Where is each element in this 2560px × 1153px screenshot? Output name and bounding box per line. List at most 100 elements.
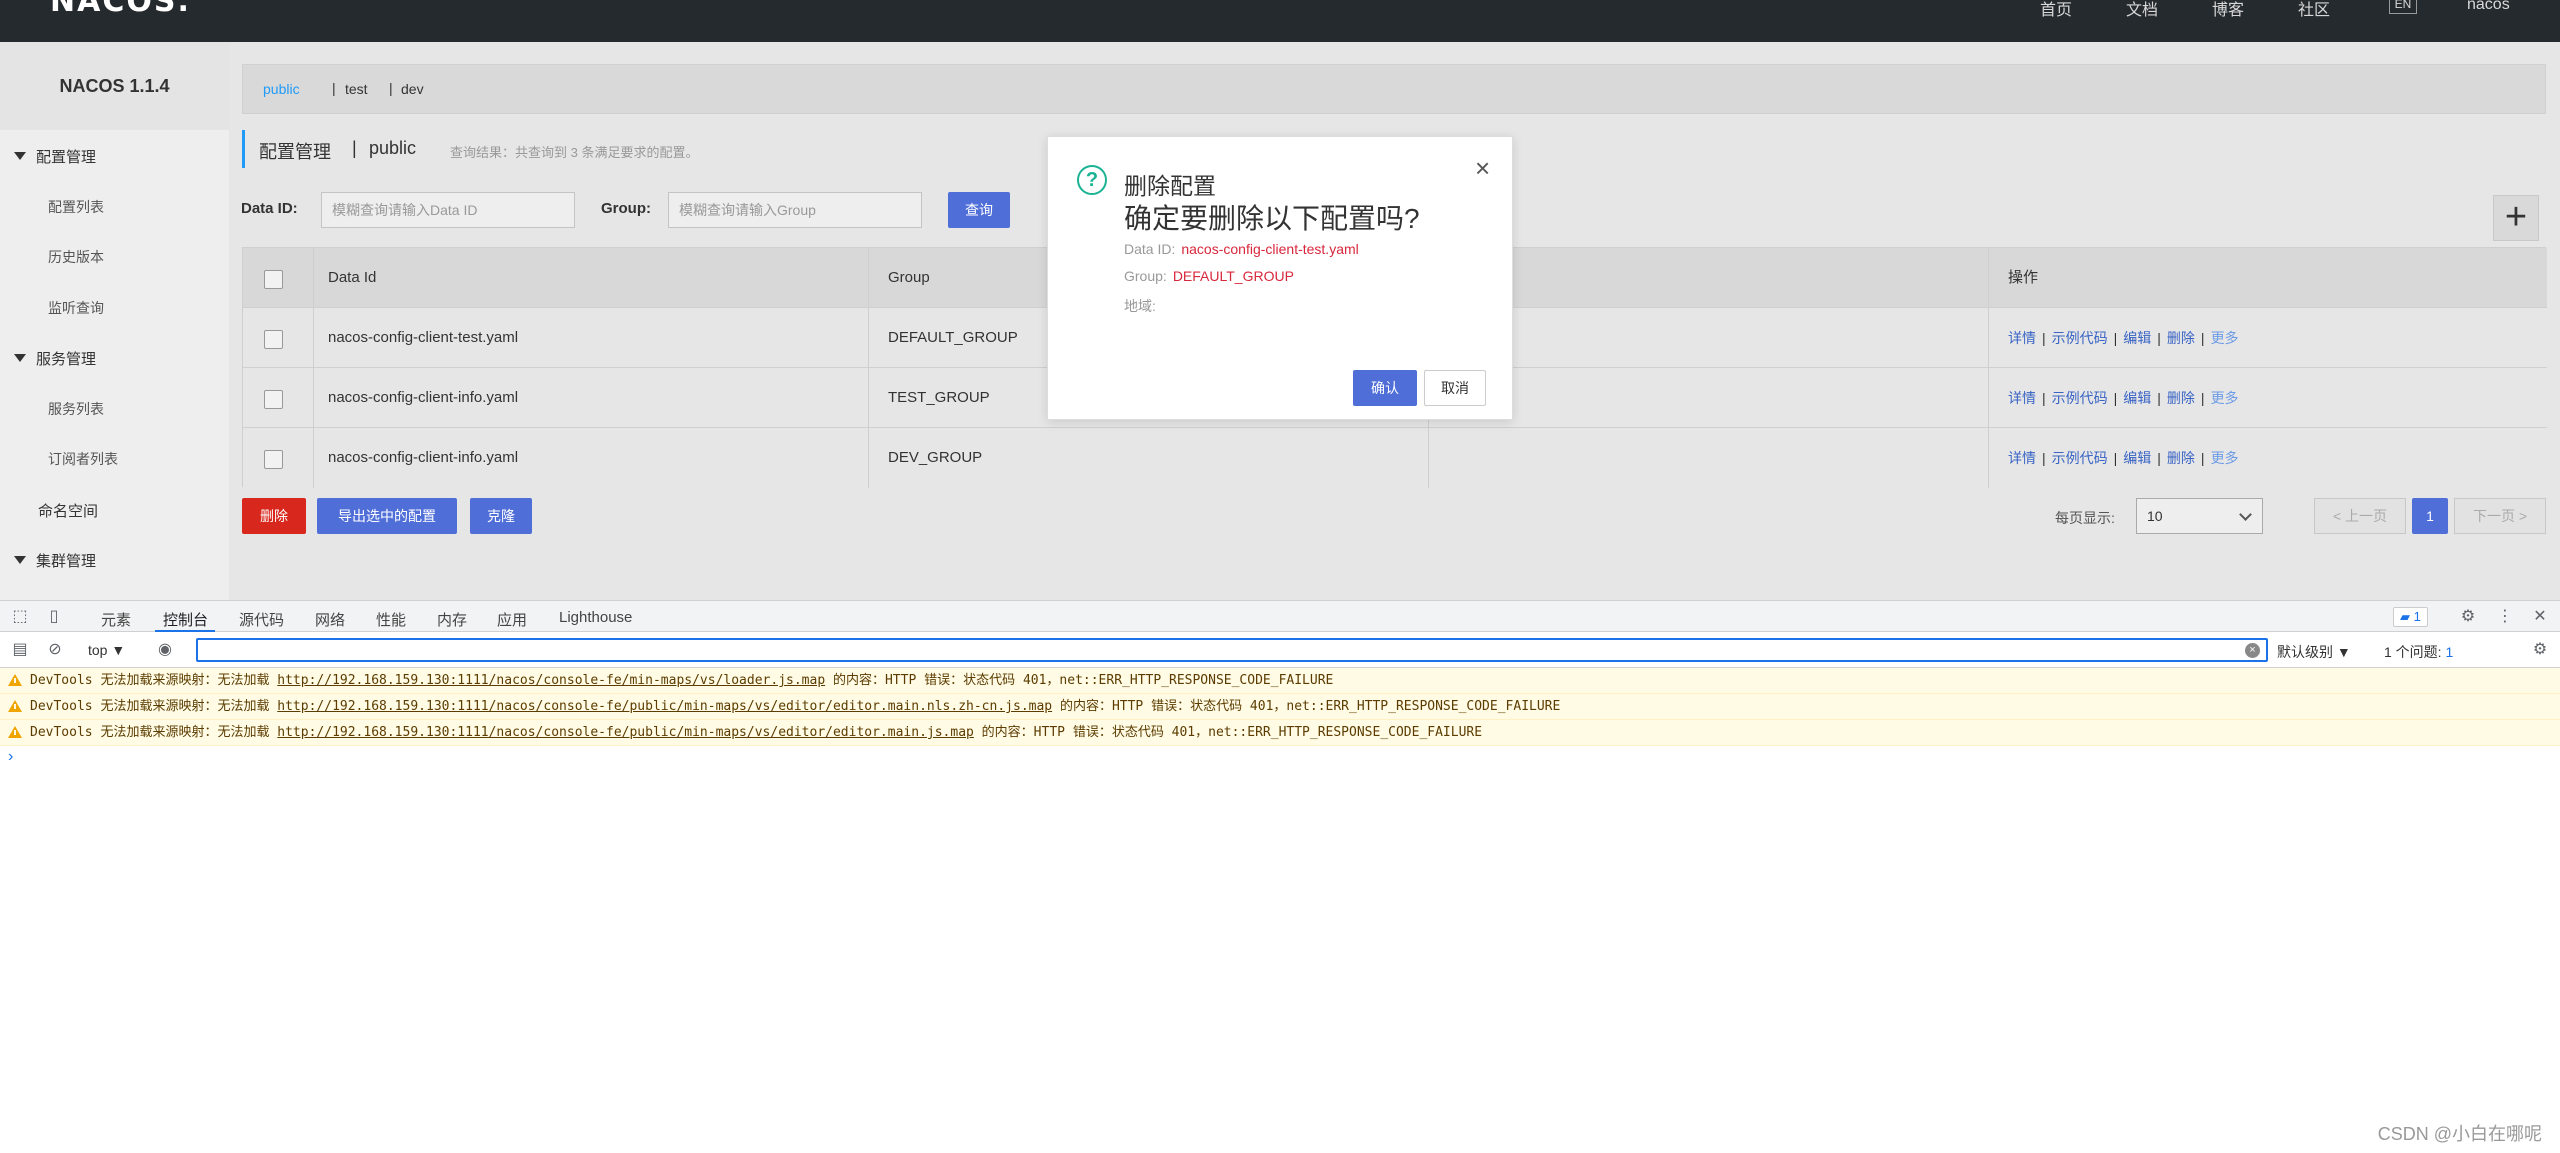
more-link[interactable]: 更多 [2211, 390, 2239, 406]
sidebar-group-cluster-management[interactable]: 集群管理 [14, 550, 96, 571]
clear-console-icon[interactable]: ⊘ [45, 640, 65, 660]
prev-page-button[interactable]: < 上一页 [2314, 498, 2406, 534]
row-group: DEV_GROUP [888, 449, 983, 466]
sample-code-link[interactable]: 示例代码 [2052, 390, 2108, 406]
op-separator: | [2200, 450, 2205, 466]
page-header: 配置管理 | public 查询结果：共查询到 3 条满足要求的配置。 [242, 130, 698, 168]
console-warning-row: DevTools 无法加载来源映射：无法加载 http://192.168.15… [0, 668, 2560, 694]
tab-memory[interactable]: 内存 [437, 609, 467, 630]
console-warning-row: DevTools 无法加载来源映射：无法加载 http://192.168.15… [0, 720, 2560, 746]
detail-link[interactable]: 详情 [2008, 450, 2036, 466]
language-switch-button[interactable]: EN [2389, 0, 2417, 14]
issues-count: 1 [2445, 644, 2454, 660]
row-operations: 详情 | 示例代码 | 编辑 | 删除 | 更多 [2008, 308, 2239, 368]
group-input[interactable]: 模糊查询请输入Group [668, 192, 922, 228]
nacos-logo[interactable]: NACOS. [50, 0, 191, 19]
op-separator: | [2042, 450, 2046, 466]
sidebar-group-label: 集群管理 [36, 553, 97, 570]
tab-elements[interactable]: 元素 [101, 609, 131, 630]
dialog-data-id-label: Data ID: [1124, 241, 1176, 257]
device-toggle-icon[interactable]: ▯ [44, 607, 64, 627]
cancel-button[interactable]: 取消 [1424, 370, 1486, 406]
sidebar-item-listener-query[interactable]: 监听查询 [48, 298, 104, 318]
row-checkbox[interactable] [264, 330, 283, 349]
sidebar-item-service-list[interactable]: 服务列表 [48, 399, 104, 419]
sidebar-item-history[interactable]: 历史版本 [48, 247, 104, 267]
gear-icon[interactable]: ⚙ [2458, 607, 2478, 627]
namespace-public[interactable]: public [263, 81, 300, 97]
namespace-test[interactable]: test [345, 81, 368, 97]
issues-badge-count: 1 [2413, 609, 2421, 624]
sidebar-group-label: 服务管理 [36, 351, 97, 368]
console-prompt[interactable]: › [8, 748, 13, 766]
op-separator: | [2113, 330, 2118, 346]
more-options-icon[interactable]: ⋮ [2495, 607, 2515, 627]
tab-lighthouse[interactable]: Lighthouse [559, 609, 632, 626]
sidebar-item-config-list[interactable]: 配置列表 [48, 197, 104, 217]
issues-text: 1 个问题: [2384, 644, 2442, 660]
confirm-button[interactable]: 确认 [1353, 370, 1417, 406]
namespace-dev[interactable]: dev [401, 81, 424, 97]
delete-link[interactable]: 删除 [2167, 450, 2195, 466]
op-separator: | [2113, 390, 2118, 406]
export-selected-button[interactable]: 导出选中的配置 [317, 498, 457, 534]
edit-link[interactable]: 编辑 [2123, 330, 2151, 346]
delete-link[interactable]: 删除 [2167, 330, 2195, 346]
detail-link[interactable]: 详情 [2008, 390, 2036, 406]
clear-filter-icon[interactable]: × [2245, 643, 2260, 658]
clone-button[interactable]: 克隆 [470, 498, 532, 534]
tab-network[interactable]: 网络 [315, 609, 345, 630]
group-label: Group: [601, 200, 651, 217]
row-checkbox[interactable] [264, 390, 283, 409]
inspect-element-icon[interactable]: ⬚ [10, 607, 30, 627]
source-map-link[interactable]: http://192.168.159.130:1111/nacos/consol… [277, 699, 1052, 714]
more-link[interactable]: 更多 [2211, 330, 2239, 346]
tab-console[interactable]: 控制台 [163, 609, 208, 630]
sidebar-group-config-management[interactable]: 配置管理 [14, 146, 96, 167]
edit-link[interactable]: 编辑 [2123, 450, 2151, 466]
sample-code-link[interactable]: 示例代码 [2052, 330, 2108, 346]
namespace-separator: | [332, 80, 336, 96]
more-link[interactable]: 更多 [2211, 450, 2239, 466]
caret-down-icon [14, 354, 26, 363]
sidebar-item-namespace[interactable]: 命名空间 [38, 500, 98, 521]
row-checkbox[interactable] [264, 450, 283, 469]
per-page-select[interactable]: 10 [2136, 498, 2263, 534]
user-name[interactable]: nacos [2467, 0, 2510, 14]
tab-performance[interactable]: 性能 [376, 609, 406, 630]
source-map-link[interactable]: http://192.168.159.130:1111/nacos/consol… [277, 725, 974, 740]
issues-counter[interactable]: 1 个问题: 1 [2384, 642, 2453, 662]
column-header-data-id: Data Id [328, 269, 377, 286]
delete-link[interactable]: 删除 [2167, 390, 2195, 406]
table-row: nacos-config-client-info.yaml DEV_GROUP … [243, 428, 2547, 488]
close-icon[interactable]: ✕ [2530, 607, 2550, 627]
sample-code-link[interactable]: 示例代码 [2052, 450, 2108, 466]
query-button[interactable]: 查询 [948, 192, 1010, 228]
tab-application[interactable]: 应用 [497, 609, 527, 630]
eye-icon[interactable]: ◉ [155, 640, 175, 660]
column-divider [868, 248, 869, 488]
issues-badge[interactable]: ▰ 1 [2393, 607, 2428, 627]
console-settings-gear-icon[interactable]: ⚙ [2530, 640, 2550, 660]
nav-link-docs[interactable]: 文档 [2126, 0, 2158, 20]
tab-sources[interactable]: 源代码 [239, 609, 284, 630]
close-icon[interactable]: × [1475, 155, 1490, 181]
nav-link-home[interactable]: 首页 [2040, 0, 2072, 20]
nav-link-community[interactable]: 社区 [2298, 0, 2330, 20]
sidebar-toggle-icon[interactable]: ▤ [10, 640, 30, 660]
next-page-button[interactable]: 下一页 > [2454, 498, 2546, 534]
log-level-selector[interactable]: 默认级别 ▼ [2277, 642, 2351, 662]
batch-delete-button[interactable]: 删除 [242, 498, 306, 534]
console-filter-input[interactable]: × [196, 638, 2268, 662]
add-config-button[interactable]: + [2493, 195, 2539, 241]
sidebar-group-service-management[interactable]: 服务管理 [14, 348, 96, 369]
nav-link-blog[interactable]: 博客 [2212, 0, 2244, 20]
data-id-input[interactable]: 模糊查询请输入Data ID [321, 192, 575, 228]
context-selector[interactable]: top ▼ [88, 642, 125, 658]
edit-link[interactable]: 编辑 [2123, 390, 2151, 406]
source-map-link[interactable]: http://192.168.159.130:1111/nacos/consol… [277, 673, 825, 688]
page-number-1[interactable]: 1 [2412, 498, 2448, 534]
detail-link[interactable]: 详情 [2008, 330, 2036, 346]
select-all-checkbox[interactable] [264, 270, 283, 289]
sidebar-item-subscriber-list[interactable]: 订阅者列表 [48, 449, 118, 469]
